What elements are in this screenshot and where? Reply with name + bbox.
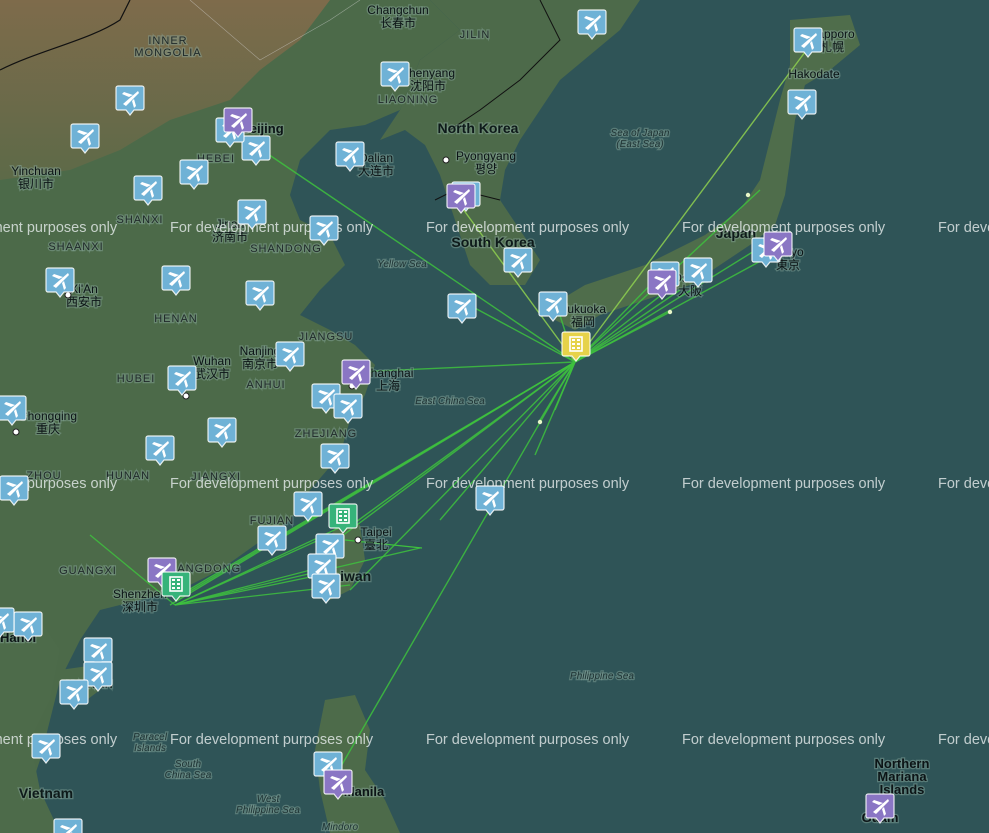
watermark-text: For development purposes only bbox=[170, 220, 374, 236]
label-north-korea: North Korea bbox=[438, 120, 519, 136]
label-sea-of-japan: Sea of Japan (East Sea) bbox=[611, 128, 670, 150]
label-wuhan: Wuhan 武汉市 bbox=[193, 354, 231, 381]
watermark-text: For development purposes only bbox=[938, 476, 989, 492]
label-philippine-sea: Philippine Sea bbox=[570, 671, 634, 682]
label-fujian: FUJIAN bbox=[250, 515, 295, 527]
label-shandong: SHANDONG bbox=[250, 243, 322, 255]
building-window bbox=[577, 343, 580, 345]
building-window bbox=[572, 347, 575, 349]
label-zhejiang: ZHEJIANG bbox=[295, 428, 357, 440]
watermark-text: For development purposes only bbox=[938, 732, 989, 748]
watermark-text: For development purposes only bbox=[0, 220, 118, 236]
building-window bbox=[172, 579, 175, 581]
label-shanxi: SHANXI bbox=[117, 214, 164, 226]
building-window bbox=[177, 579, 180, 581]
building-window bbox=[344, 511, 347, 513]
watermark-text: For development purposes only bbox=[170, 476, 374, 492]
watermark-text: For development purposes only bbox=[426, 476, 630, 492]
label-northern-mariana: Northern Mariana Islands bbox=[875, 756, 930, 797]
label-mindoro: Mindoro bbox=[322, 822, 359, 833]
building-window bbox=[172, 583, 175, 585]
label-east-china-sea: East China Sea bbox=[415, 396, 485, 407]
building-window bbox=[577, 347, 580, 349]
label-taipei: Taipei 臺北 bbox=[360, 525, 391, 552]
label-yinchuan: Yinchuan 银川市 bbox=[11, 164, 61, 191]
airport-marker[interactable] bbox=[53, 818, 83, 833]
building-window bbox=[339, 515, 342, 517]
building-window bbox=[344, 519, 347, 521]
city-dot bbox=[12, 428, 20, 436]
building-window bbox=[339, 511, 342, 513]
label-paracel: Paracel Islands bbox=[133, 732, 168, 754]
building-window bbox=[172, 587, 175, 589]
label-liaoning: LIAONING bbox=[378, 94, 439, 106]
label-shaanxi: SHAANXI bbox=[48, 241, 103, 253]
watermark-text: For development purposes only bbox=[682, 732, 886, 748]
route-waypoint bbox=[745, 192, 751, 198]
building-window bbox=[577, 339, 580, 341]
city-dot bbox=[64, 291, 72, 299]
marker-pin bbox=[53, 818, 83, 833]
label-hubei: HUBEI bbox=[117, 373, 156, 385]
building-window bbox=[572, 343, 575, 345]
label-vietnam: Vietnam bbox=[19, 785, 73, 801]
watermark-text: For development purposes only bbox=[426, 732, 630, 748]
watermark-text: For development purposes only bbox=[938, 220, 989, 236]
city-dot bbox=[182, 392, 190, 400]
label-henan: HENAN bbox=[154, 313, 198, 325]
label-yellow-sea: Yellow Sea bbox=[377, 259, 427, 270]
label-guangxi: GUANGXI bbox=[59, 565, 117, 577]
label-hakodate: Hakodate bbox=[788, 67, 840, 81]
label-nanjing: Nanjing 南京市 bbox=[240, 344, 281, 371]
watermark-text: For development purposes only bbox=[682, 476, 886, 492]
watermark-text: For development purposes only bbox=[170, 732, 374, 748]
route-waypoint bbox=[667, 309, 673, 315]
city-dot bbox=[442, 156, 450, 164]
building-window bbox=[344, 515, 347, 517]
route-waypoint bbox=[537, 419, 543, 425]
map-canvas[interactable]: INNER MONGOLIA Changchun 长春市 JILIN Sapporo 札幌 H… bbox=[0, 0, 989, 833]
label-jilin: JILIN bbox=[460, 29, 491, 41]
watermark-text: For development purposes only bbox=[426, 220, 630, 236]
label-anhui: ANHUI bbox=[246, 379, 285, 391]
building-window bbox=[339, 519, 342, 521]
city-dot bbox=[354, 536, 362, 544]
map-svg: INNER MONGOLIAChangchun 长春市JILIN Sapporo 札幌H… bbox=[0, 0, 989, 833]
label-jiangsu: JIANGSU bbox=[299, 331, 354, 343]
building-window bbox=[177, 583, 180, 585]
building-window bbox=[572, 339, 575, 341]
building-window bbox=[177, 587, 180, 589]
